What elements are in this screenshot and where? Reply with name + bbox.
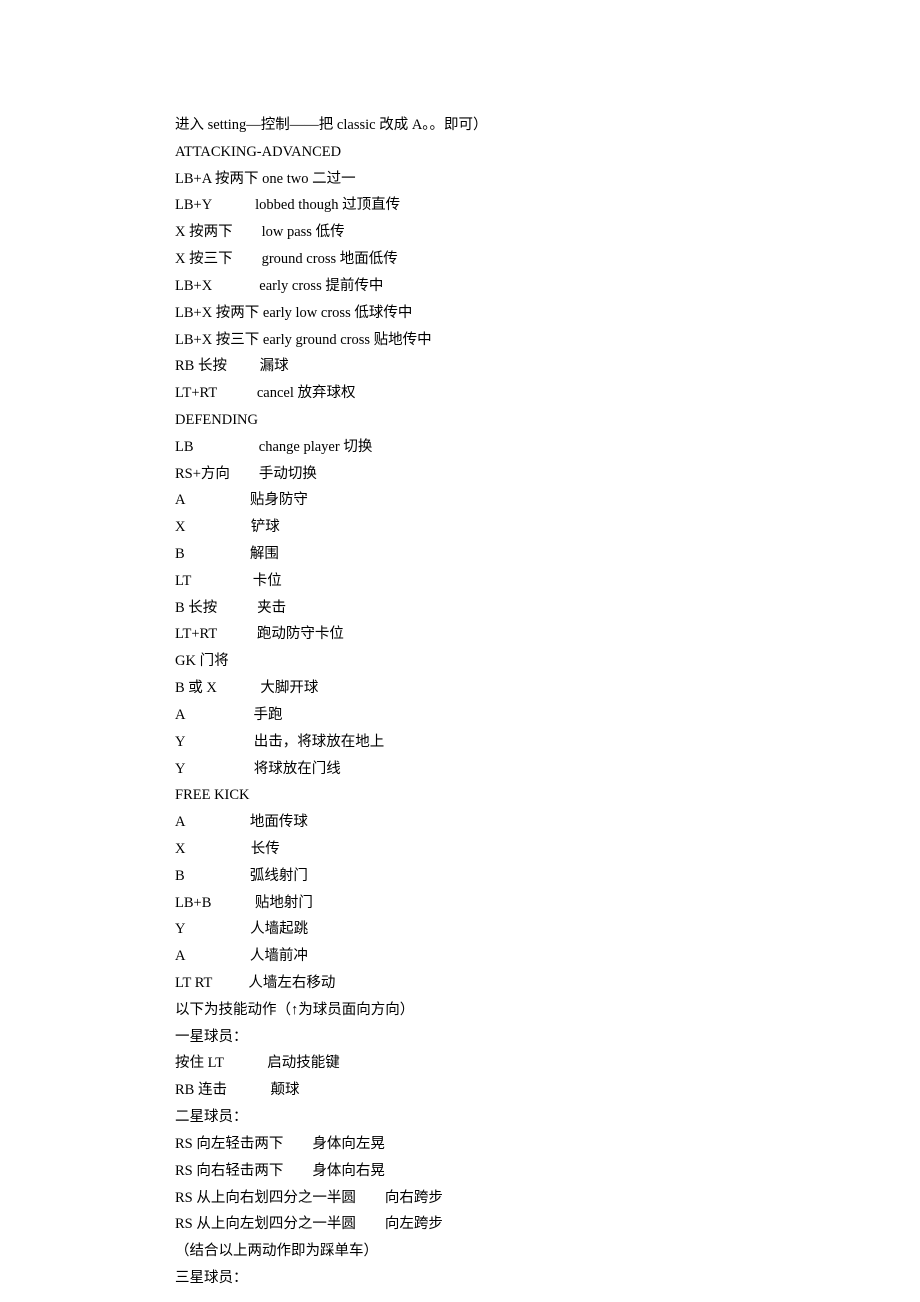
text-line: Y 出击，将球放在地上 <box>175 729 920 756</box>
text-line: A 贴身防守 <box>175 487 920 514</box>
text-line: B 长按 夹击 <box>175 595 920 622</box>
text-line: LT+RT cancel 放弃球权 <box>175 380 920 407</box>
text-line: X 长传 <box>175 836 920 863</box>
text-line: LT 卡位 <box>175 568 920 595</box>
text-line: LT RT 人墙左右移动 <box>175 970 920 997</box>
text-line: DEFENDING <box>175 407 920 434</box>
text-line: RS 向右轻击两下 身体向右晃 <box>175 1158 920 1185</box>
text-line: 二星球员： <box>175 1104 920 1131</box>
text-line: B 或 X 大脚开球 <box>175 675 920 702</box>
text-line: LB+A 按两下 one two 二过一 <box>175 166 920 193</box>
text-line: RS 从上向左划四分之一半圆 向左跨步 <box>175 1211 920 1238</box>
text-line: ATTACKING-ADVANCED <box>175 139 920 166</box>
text-line: LB+X 按三下 early ground cross 贴地传中 <box>175 327 920 354</box>
text-line: 按住 LT 启动技能键 <box>175 1050 920 1077</box>
text-line: B 解围 <box>175 541 920 568</box>
text-line: LT+RT 跑动防守卡位 <box>175 621 920 648</box>
text-line: A 手跑 <box>175 702 920 729</box>
text-line: LB change player 切换 <box>175 434 920 461</box>
text-line: RS 向左轻击两下 身体向左晃 <box>175 1131 920 1158</box>
text-line: RS 从上向右划四分之一半圆 向右跨步 <box>175 1185 920 1212</box>
text-line: LB+X early cross 提前传中 <box>175 273 920 300</box>
text-line: （结合以上两动作即为踩单车） <box>175 1238 920 1265</box>
text-line: 三星球员： <box>175 1265 920 1292</box>
text-line: 进入 setting—控制——把 classic 改成 A。。即可） <box>175 112 920 139</box>
text-line: RB 长按 漏球 <box>175 353 920 380</box>
text-line: Y 将球放在门线 <box>175 756 920 783</box>
text-line: GK 门将 <box>175 648 920 675</box>
text-line: A 地面传球 <box>175 809 920 836</box>
text-line: X 铲球 <box>175 514 920 541</box>
text-line: RB 连击 颠球 <box>175 1077 920 1104</box>
text-line: X 按两下 low pass 低传 <box>175 219 920 246</box>
text-line: Y 人墙起跳 <box>175 916 920 943</box>
text-line: LB+Y lobbed though 过顶直传 <box>175 192 920 219</box>
text-line: 一星球员： <box>175 1024 920 1051</box>
text-line: LB+B 贴地射门 <box>175 890 920 917</box>
text-line: RS+方向 手动切换 <box>175 461 920 488</box>
text-line: B 弧线射门 <box>175 863 920 890</box>
text-line: LB+X 按两下 early low cross 低球传中 <box>175 300 920 327</box>
text-line: X 按三下 ground cross 地面低传 <box>175 246 920 273</box>
text-line: 以下为技能动作（↑为球员面向方向） <box>175 997 920 1024</box>
document-page: 进入 setting—控制——把 classic 改成 A。。即可） ATTAC… <box>0 0 920 1302</box>
text-line: A 人墙前冲 <box>175 943 920 970</box>
text-line: FREE KICK <box>175 782 920 809</box>
